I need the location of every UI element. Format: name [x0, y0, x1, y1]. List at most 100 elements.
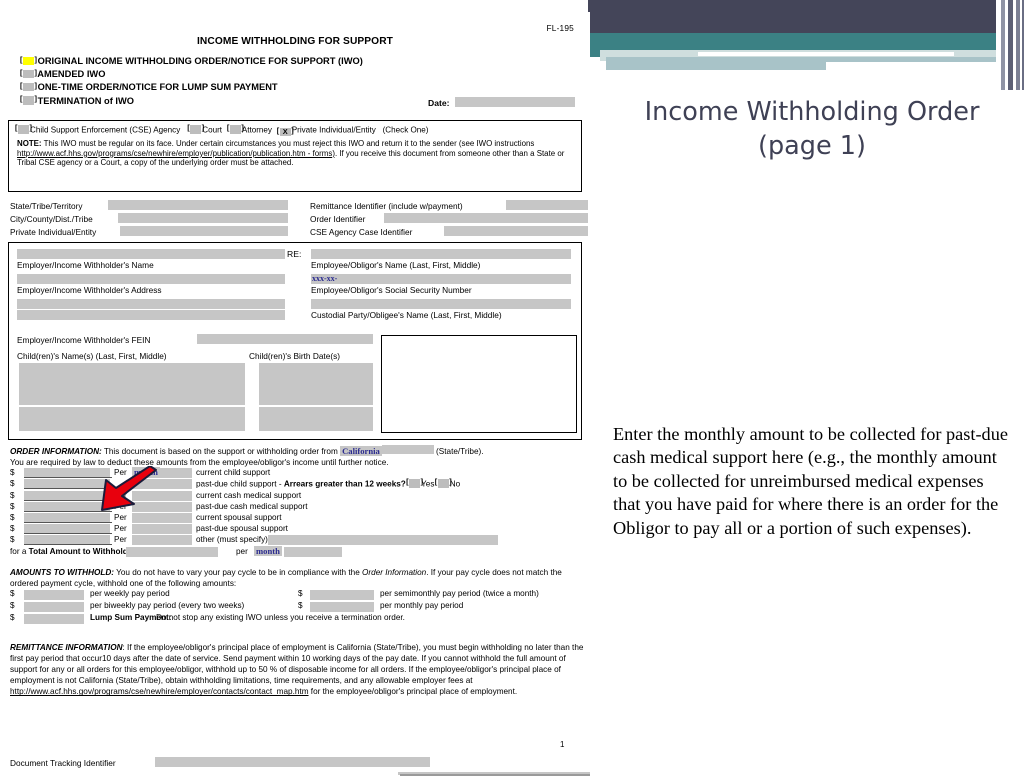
decorative-banner [588, 0, 1024, 90]
remittance-state-2[interactable]: California [79, 676, 114, 685]
total-period-value[interactable]: month [254, 545, 282, 557]
total-period-field[interactable] [284, 546, 342, 557]
identifier-row: City/County/Dist./Tribe [10, 213, 300, 226]
identifier-row: Remittance Identifier (include w/payment… [310, 200, 590, 213]
form-note: NOTE: This IWO must be regular on its fa… [17, 139, 573, 168]
currency-symbol: $ [10, 535, 15, 545]
obligor-name-field[interactable] [311, 249, 571, 259]
checkbox-arrears-no[interactable] [435, 478, 452, 488]
remittance-state-1[interactable]: California [337, 643, 372, 652]
identifier-row: CSE Agency Case Identifier [310, 226, 590, 239]
monthly-label: per monthly pay period [380, 601, 464, 611]
check-one-hint: (Check One) [382, 125, 429, 135]
iwo-option-row[interactable]: AMENDED IWO [20, 68, 452, 81]
fein-label: Employer/Income Withholder's FEIN [17, 335, 151, 345]
currency-symbol: $ [10, 490, 15, 500]
total-amount-label: Total Amount to Withhold [28, 546, 128, 556]
document-tracking-label: Document Tracking Identifier [10, 758, 116, 768]
checkbox-original-iwo[interactable] [20, 56, 37, 65]
identifier-field[interactable] [384, 213, 588, 224]
children-name-field[interactable] [19, 363, 245, 405]
identifier-field[interactable] [118, 213, 288, 224]
checkbox-lump-sum[interactable] [20, 82, 37, 92]
obligor-ssn-field[interactable]: xxx-xx- [311, 274, 571, 284]
iwo-option-row[interactable]: ORIGINAL INCOME WITHHOLDING ORDER/NOTICE… [20, 55, 452, 68]
biweekly-label: per biweekly pay period (every two weeks… [90, 601, 245, 611]
per-label: Per [114, 524, 127, 534]
children-name-field-2[interactable] [19, 407, 245, 431]
checkbox-amended-iwo[interactable] [20, 69, 37, 79]
children-dob-field[interactable] [259, 363, 373, 405]
fein-field[interactable] [197, 334, 373, 344]
withhold-row-lump-sum: $ Lump Sum Payment: Do not stop any exis… [10, 613, 585, 625]
obligor-ssn-value: xxx-xx- [312, 274, 338, 283]
blank-side-box [381, 335, 577, 433]
order-state-value[interactable]: California [340, 446, 382, 456]
remittance-service-value[interactable]: service [193, 654, 219, 663]
identifier-field[interactable] [120, 226, 288, 237]
checkbox-court[interactable] [187, 124, 204, 134]
note-bold-prefix: NOTE: [17, 139, 42, 148]
employer-name-field[interactable] [17, 249, 285, 259]
sender-note-box: Child Support Enforcement (CSE) Agency C… [8, 120, 582, 192]
children-dob-label: Child(ren)'s Birth Date(s) [249, 351, 341, 361]
checkbox-arrears-yes[interactable] [406, 478, 423, 488]
rem-t4: . Send payment within [218, 654, 302, 664]
date-field[interactable] [455, 97, 575, 107]
identifier-field[interactable] [108, 200, 288, 210]
checkbox-attorney[interactable] [227, 124, 244, 134]
iwo-option-row[interactable]: TERMINATION of IWO [20, 95, 452, 108]
period-field-other[interactable] [132, 535, 192, 546]
employer-address-field-2[interactable] [17, 299, 285, 309]
order-amount-row-past-due-spousal: $ Per past-due spousal support [10, 524, 585, 535]
iwo-option-label: TERMINATION of IWO [37, 95, 134, 106]
date-label: Date: [428, 98, 450, 108]
page-title: Income Withholding Order (page 1) [612, 96, 1012, 163]
identifier-label: City/County/Dist./Tribe [10, 214, 93, 225]
checkbox-cse-agency[interactable] [15, 124, 32, 134]
currency-symbol: $ [298, 601, 303, 611]
checkbox-private-individual[interactable]: X [277, 127, 294, 136]
employer-block: Employer/Income Withholder's Name Employ… [17, 249, 285, 321]
identifier-label: CSE Agency Case Identifier [310, 227, 413, 238]
employer-address-field-1[interactable] [17, 274, 285, 284]
form-number: FL-195 [546, 23, 574, 33]
semimonthly-label: per semimonthly pay period (twice a mont… [380, 589, 539, 599]
period-field-past-due-spousal[interactable] [132, 524, 192, 535]
employer-contact-map-link[interactable]: http://www.acf.hhs.gov/programs/cse/newh… [10, 687, 309, 696]
identifier-field[interactable] [444, 226, 588, 237]
biweekly-amount-field[interactable] [24, 602, 84, 613]
total-amount-field[interactable] [126, 546, 218, 557]
per-label: Per [114, 535, 127, 545]
period-field-current-spousal[interactable] [132, 512, 192, 523]
identifier-row: State/Tribe/Territory [10, 200, 300, 213]
red-callout-arrow [101, 466, 157, 511]
monthly-amount-field[interactable] [310, 602, 374, 613]
iwo-option-row[interactable]: ONE-TIME ORDER/NOTICE FOR LUMP SUM PAYME… [20, 81, 452, 94]
banner-band-dark [588, 0, 1024, 33]
iwo-instructions-link[interactable]: http://www.acf.hhs.gov/programs/cse/newh… [17, 149, 335, 158]
other-specify-field[interactable] [268, 535, 498, 546]
custodial-party-field[interactable] [311, 299, 571, 309]
banner-highlight-1 [698, 52, 954, 56]
identifier-label: Remittance Identifier (include w/payment… [310, 201, 463, 211]
order-info-intro-b: (State/Tribe). [433, 447, 484, 456]
document-tracking-field[interactable] [155, 757, 430, 767]
checkbox-termination-iwo[interactable] [20, 95, 37, 105]
sender-option-label: Child Support Enforcement (CSE) Agency [30, 125, 181, 135]
sender-option-label: Court [202, 125, 223, 135]
remittance-days-1[interactable]: 10 [102, 654, 111, 663]
lump-sum-amount-field[interactable] [24, 614, 84, 625]
order-state-field[interactable] [381, 445, 434, 454]
employer-address-field-3[interactable] [17, 310, 285, 320]
semimonthly-amount-field[interactable] [310, 590, 374, 601]
remittance-percent-value[interactable]: 50 [259, 665, 268, 674]
children-dob-field-2[interactable] [259, 407, 373, 431]
sender-options-row: Child Support Enforcement (CSE) Agency C… [15, 124, 577, 136]
employer-address-label: Employer/Income Withholder's Address [17, 285, 162, 295]
amount-description: current spousal support [196, 512, 282, 522]
identifier-field[interactable] [506, 200, 588, 210]
currency-symbol: $ [10, 468, 15, 478]
weekly-amount-field[interactable] [24, 590, 84, 601]
identifier-label: Private Individual/Entity [10, 227, 97, 238]
